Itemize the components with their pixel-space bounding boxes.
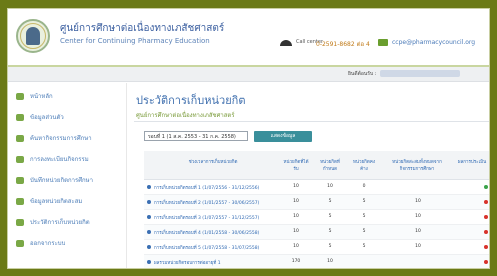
page-title: ประวัติการเก็บหน่วยกิต: [136, 94, 246, 107]
bullet-icon: [147, 230, 151, 234]
period-select[interactable]: รอบที่ 1 (1 ส.ค. 2553 - 31 ก.ค. 2558): [144, 131, 248, 141]
row-period-link[interactable]: การเก็บหน่วยกิตรอบที่ 4 (1/01/2558 - 30/…: [154, 229, 259, 236]
welcome-label: ยินดีต้อนรับ :: [348, 71, 377, 77]
cell-remaining: 5: [362, 214, 366, 219]
row-period-link[interactable]: การเก็บหน่วยกิตรอบที่ 1 (1/07/2556 - 31/…: [154, 184, 259, 191]
sidebar-item-profile[interactable]: ข้อมูลส่วนตัว: [16, 112, 64, 124]
table-row[interactable]: การเก็บหน่วยกิตรอบที่ 1 (1/07/2556 - 31/…: [144, 180, 489, 195]
bullet-icon: [147, 245, 151, 249]
org-name-english: Center for Continuing Pharmacy Education: [60, 37, 210, 45]
sidebar-item-label: ประวัติการเก็บหน่วยกิต: [30, 219, 90, 226]
sidebar-item-home[interactable]: หน้าหลัก: [16, 91, 53, 103]
bullet-icon: [147, 215, 151, 219]
logout-icon: [16, 239, 24, 247]
cell-remaining: 0: [362, 184, 366, 189]
sidebar-item-record-credit[interactable]: บันทึกหน่วยกิตการศึกษา: [16, 175, 93, 187]
sidebar-item-label: หน้าหลัก: [30, 93, 53, 100]
sidebar-item-label: ออกจากระบบ: [30, 240, 66, 247]
main-content: ประวัติการเก็บหน่วยกิต ศูนย์การศึกษาต่อเ…: [134, 83, 489, 268]
status-fail-icon: [484, 245, 488, 249]
sidebar-item-logout[interactable]: ออกจากระบบ: [16, 238, 65, 250]
bullet-icon: [147, 200, 151, 204]
cell-required: 5: [328, 244, 332, 249]
row-period-link[interactable]: การเก็บหน่วยกิตรอบที่ 5 (1/07/2558 - 31/…: [154, 244, 259, 251]
row-period-link[interactable]: การเก็บหน่วยกิตรอบที่ 3 (1/07/2557 - 31/…: [154, 214, 259, 221]
table-row[interactable]: ผลรวมหน่วยกิตรอบการต่ออายุที่ 1 170 10: [144, 255, 489, 268]
cell-total: 10: [415, 229, 421, 234]
pharmacy-logo-icon[interactable]: [16, 19, 50, 53]
summary-icon: [16, 197, 24, 205]
cell-remaining: 5: [362, 199, 366, 204]
site-header: ศูนย์การศึกษาต่อเนื่องทางเภสัชศาสตร์ Cen…: [8, 9, 489, 67]
cell-received: 170: [291, 259, 301, 264]
cell-total: 10: [415, 244, 421, 249]
cell-remaining: 5: [362, 244, 366, 249]
tel-number: 0-2591-8682 ต่อ 4: [316, 41, 370, 48]
cell-received: 10: [293, 229, 299, 234]
sidebar-item-credit-history[interactable]: ประวัติการเก็บหน่วยกิต: [16, 217, 90, 229]
sidebar-item-label: ข้อมูลหน่วยกิตสะสม: [30, 198, 83, 205]
history-icon: [16, 218, 24, 226]
column-header-required: หน่วยกิตที่กำหนด: [320, 160, 340, 172]
user-bar: ยินดีต้อนรับ :: [8, 67, 489, 82]
phone-icon: [280, 40, 292, 46]
user-name-placeholder: [380, 70, 460, 77]
bullet-icon: [147, 260, 151, 264]
mail-icon: [378, 39, 388, 46]
table-row[interactable]: การเก็บหน่วยกิตรอบที่ 2 (1/01/2557 - 30/…: [144, 195, 489, 210]
cell-total: 10: [415, 214, 421, 219]
table-row[interactable]: การเก็บหน่วยกิตรอบที่ 4 (1/01/2558 - 30/…: [144, 225, 489, 240]
sidebar-item-search-activity[interactable]: ค้นหากิจกรรมการศึกษา: [16, 133, 92, 145]
divider: [134, 121, 489, 122]
cell-remaining: 5: [362, 229, 366, 234]
column-header-period: ช่วงเวลาการเก็บหน่วยกิต: [188, 160, 238, 165]
column-header-total: หน่วยกิตสะสมทั้งหมดจาก กิจกรรมการศึกษา: [392, 160, 442, 172]
contact-email-link[interactable]: ccpe@pharmacycouncil.org: [392, 39, 475, 46]
sidebar-item-label: ค้นหากิจกรรมการศึกษา: [30, 135, 92, 142]
page-subtitle-link[interactable]: ศูนย์การศึกษาต่อเนื่องทางเภสัชศาสตร์: [136, 110, 235, 120]
cell-required: 10: [327, 259, 333, 264]
show-data-button[interactable]: แสดงข้อมูล: [254, 131, 312, 142]
cell-required: 5: [328, 229, 332, 234]
row-period-link[interactable]: ผลรวมหน่วยกิตรอบการต่ออายุที่ 1: [154, 259, 221, 266]
record-icon: [16, 176, 24, 184]
table-row[interactable]: การเก็บหน่วยกิตรอบที่ 3 (1/07/2557 - 31/…: [144, 210, 489, 225]
status-pass-icon: [484, 185, 488, 189]
sidebar-menu: หน้าหลัก ข้อมูลส่วนตัว ค้นหากิจกรรมการศึ…: [8, 83, 127, 268]
sidebar-item-label: ข้อมูลส่วนตัว: [30, 114, 64, 121]
status-fail-icon: [484, 215, 488, 219]
cell-required: 5: [328, 199, 332, 204]
logo-emblem: [26, 27, 40, 45]
status-fail-icon: [484, 230, 488, 234]
column-header-received: หน่วยกิตที่ได้รับ: [283, 160, 309, 172]
cell-received: 10: [293, 244, 299, 249]
column-header-result: ผลการประเมิน: [457, 160, 487, 165]
sidebar-item-label: บันทึกหน่วยกิตการศึกษา: [30, 177, 93, 184]
sidebar-item-register[interactable]: การลงทะเบียนกิจกรรม: [16, 154, 89, 166]
cell-total: 10: [415, 199, 421, 204]
credit-history-table: ช่วงเวลาการเก็บหน่วยกิต หน่วยกิตที่ได้รั…: [144, 151, 489, 268]
register-icon: [16, 155, 24, 163]
cell-received: 10: [293, 214, 299, 219]
bullet-icon: [147, 185, 151, 189]
cell-received: 10: [293, 184, 299, 189]
column-header-remaining: หน่วยกิตคงค้าง: [352, 160, 376, 172]
search-icon: [16, 134, 24, 142]
sidebar-item-label: การลงทะเบียนกิจกรรม: [30, 156, 89, 163]
row-period-link[interactable]: การเก็บหน่วยกิตรอบที่ 2 (1/01/2557 - 30/…: [154, 199, 259, 206]
cell-received: 10: [293, 199, 299, 204]
page-frame: ศูนย์การศึกษาต่อเนื่องทางเภสัชศาสตร์ Cen…: [7, 8, 490, 269]
status-fail-icon: [484, 200, 488, 204]
sidebar-item-credit-summary[interactable]: ข้อมูลหน่วยกิตสะสม: [16, 196, 82, 208]
cell-required: 5: [328, 214, 332, 219]
status-fail-icon: [484, 260, 488, 264]
org-name-thai: ศูนย์การศึกษาต่อเนื่องทางเภสัชศาสตร์: [60, 23, 225, 34]
table-row[interactable]: การเก็บหน่วยกิตรอบที่ 5 (1/07/2558 - 31/…: [144, 240, 489, 255]
cell-required: 10: [327, 184, 333, 189]
home-icon: [16, 92, 24, 100]
user-icon: [16, 113, 24, 121]
table-header: ช่วงเวลาการเก็บหน่วยกิต หน่วยกิตที่ได้รั…: [144, 151, 489, 180]
